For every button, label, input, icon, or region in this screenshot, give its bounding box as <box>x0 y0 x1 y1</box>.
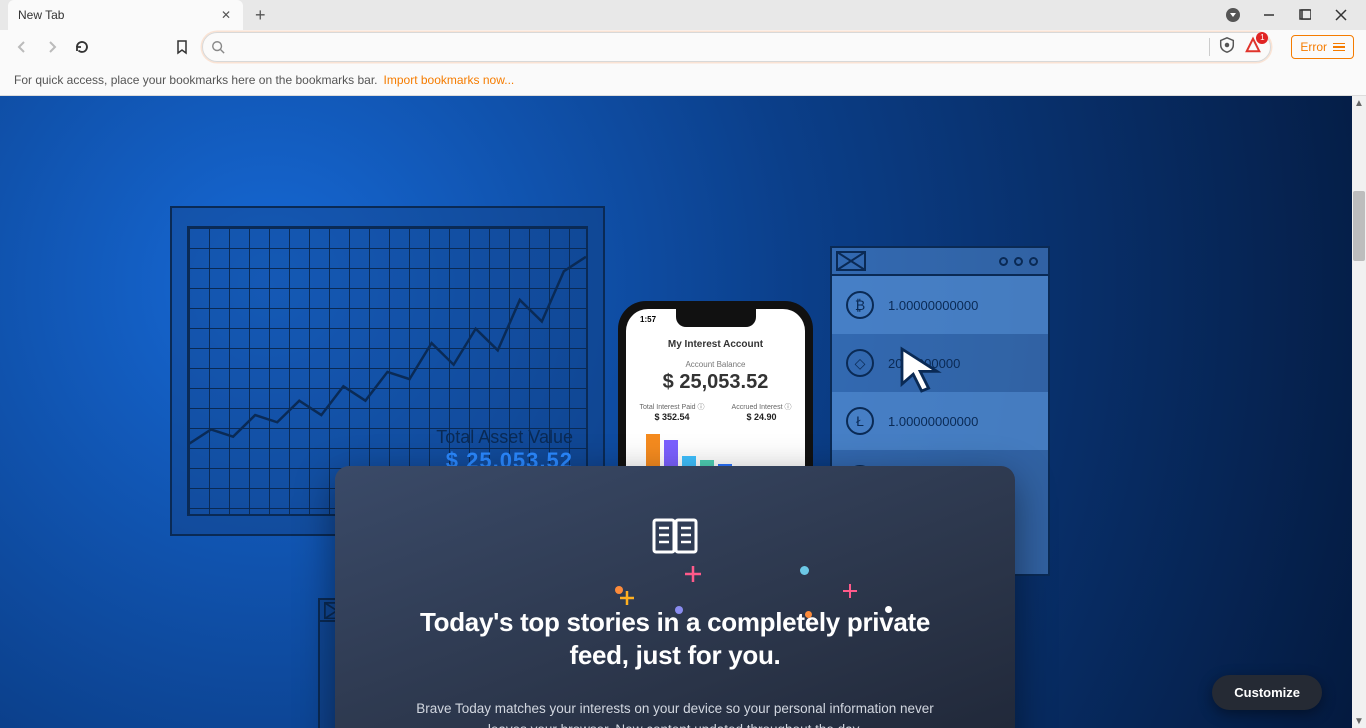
crypto-row: ₿ 1.00000000000 <box>832 276 1048 334</box>
import-bookmarks-link[interactable]: Import bookmarks now... <box>384 73 515 87</box>
scroll-up-icon[interactable]: ▲ <box>1352 96 1366 110</box>
coin-value: 1.00000000000 <box>888 298 978 313</box>
coin-icon: ₿ <box>846 291 874 319</box>
chart-title: Total Asset Value <box>436 427 573 448</box>
profile-menu-icon[interactable] <box>1224 6 1242 24</box>
phone-balance-label: Account Balance <box>626 360 805 369</box>
cursor-icon <box>895 342 951 398</box>
brave-today-card: Today's top stories in a completely priv… <box>335 466 1015 728</box>
brave-rewards-icon[interactable]: 1 <box>1244 36 1262 59</box>
toolbar: 1 Error <box>0 30 1366 64</box>
coin-icon: Ł <box>846 407 874 435</box>
browser-tab[interactable]: New Tab ✕ <box>8 0 243 30</box>
phone-time: 1:57 <box>640 315 656 324</box>
menu-icon <box>1333 43 1345 52</box>
error-label: Error <box>1300 40 1327 54</box>
content-area: Total Asset Value $ 25,053.52 1:57 My In… <box>0 96 1366 728</box>
error-button[interactable]: Error <box>1291 35 1354 59</box>
back-button <box>12 37 32 57</box>
search-icon <box>211 40 225 54</box>
bookmarks-hint: For quick access, place your bookmarks h… <box>14 73 378 87</box>
promo-body: Brave Today matches your interests on yo… <box>415 699 935 728</box>
background-image: Total Asset Value $ 25,053.52 1:57 My In… <box>0 96 1352 728</box>
close-window-icon[interactable] <box>1332 6 1350 24</box>
close-tab-icon[interactable]: ✕ <box>219 8 233 22</box>
forward-button <box>42 37 62 57</box>
phone-title: My Interest Account <box>626 339 805 350</box>
customize-button[interactable]: Customize <box>1212 675 1322 710</box>
phone-right-label: Accrued Interest <box>732 404 783 411</box>
maximize-icon[interactable] <box>1296 6 1314 24</box>
bookmarks-bar: For quick access, place your bookmarks h… <box>0 64 1366 96</box>
phone-right-value: $ 24.90 <box>732 412 792 422</box>
scrollbar-thumb[interactable] <box>1353 191 1365 261</box>
rewards-badge: 1 <box>1256 32 1268 44</box>
tab-strip: New Tab ✕ + <box>0 0 1366 30</box>
coin-icon: ◇ <box>846 349 874 377</box>
phone-left-value: $ 352.54 <box>640 412 705 422</box>
window-controls <box>1208 0 1366 30</box>
scrollbar-track[interactable]: ▲ ▼ <box>1352 96 1366 728</box>
scroll-down-icon[interactable]: ▼ <box>1352 714 1366 728</box>
bookmark-icon[interactable] <box>172 37 192 57</box>
divider <box>1209 38 1210 56</box>
phone-balance-value: $ 25,053.52 <box>626 371 805 394</box>
customize-label: Customize <box>1234 685 1300 700</box>
promo-headline: Today's top stories in a completely priv… <box>415 606 935 671</box>
book-icon <box>652 516 698 556</box>
minimize-icon[interactable] <box>1260 6 1278 24</box>
crypto-row: Ł 1.00000000000 <box>832 392 1048 450</box>
new-tab-button[interactable]: + <box>255 5 266 26</box>
shield-icon[interactable] <box>1218 36 1236 59</box>
address-bar[interactable]: 1 <box>202 32 1271 62</box>
reload-button[interactable] <box>72 37 92 57</box>
coin-value: 1.00000000000 <box>888 414 978 429</box>
url-input[interactable] <box>233 40 1201 55</box>
tab-title: New Tab <box>18 8 219 22</box>
phone-left-label: Total Interest Paid <box>640 404 696 411</box>
